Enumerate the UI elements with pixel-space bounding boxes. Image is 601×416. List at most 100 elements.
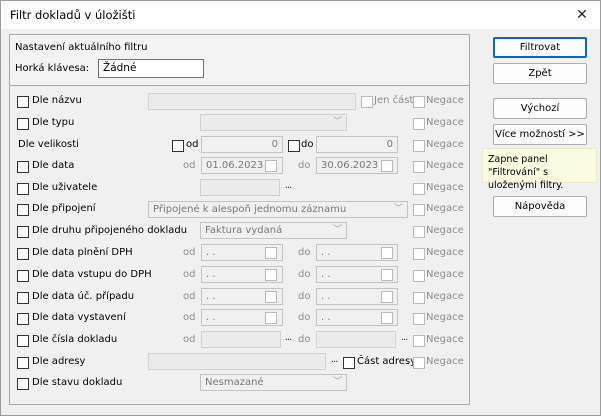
close-icon[interactable]: ✕: [572, 5, 592, 25]
checkbox-accounting-date-to[interactable]: [381, 291, 393, 303]
filter-panel: Nastavení aktuálního filtru Horká kláves…: [9, 34, 470, 405]
label-data-od: od: [183, 160, 196, 171]
label-dle-data: Dle data: [32, 160, 75, 171]
checkbox-velikost-od[interactable]: [172, 140, 184, 152]
checkbox-accounting-date-from[interactable]: [265, 291, 277, 303]
filter-button[interactable]: Filtrovat: [493, 37, 587, 58]
user-browse-button[interactable]: ...: [282, 181, 294, 194]
label-plneni-do: do: [298, 247, 311, 258]
number-from-input[interactable]: [201, 331, 281, 348]
checkbox-jen-cast[interactable]: [361, 96, 373, 108]
label-vstup-od: od: [183, 269, 196, 280]
checkbox-negace-pripojeni[interactable]: [413, 204, 425, 216]
checkbox-dle-druhu[interactable]: [17, 226, 29, 238]
checkbox-negace-cislo[interactable]: [413, 335, 425, 347]
address-input[interactable]: [148, 353, 326, 370]
document-kind-select[interactable]: Faktura vydaná ﹀: [200, 222, 347, 239]
checkbox-negace-vstup[interactable]: [413, 270, 425, 282]
checkbox-negace-druh[interactable]: [413, 226, 425, 238]
checkbox-dle-nazvu[interactable]: [17, 96, 29, 108]
connection-select-value: Připojené k alespoň jednomu záznamu: [153, 204, 347, 215]
label-negace-pripojeni: Negace: [426, 203, 464, 214]
label-dle-velikosti: Dle velikosti: [18, 139, 79, 150]
label-negace-nazev: Negace: [426, 95, 464, 106]
label-velikost-do: do: [301, 139, 314, 150]
name-input[interactable]: [148, 93, 356, 110]
document-kind-value: Faktura vydaná: [205, 225, 283, 236]
checkbox-dle-pripojeni[interactable]: [17, 204, 29, 216]
filter-dialog: Filtr dokladů v úložišti ✕ Nastavení akt…: [0, 0, 601, 416]
checkbox-dle-cisla[interactable]: [17, 335, 29, 347]
size-from-input[interactable]: 0: [201, 136, 283, 153]
checkbox-dle-vstupu-dph[interactable]: [17, 270, 29, 282]
status-select-value: Nesmazané: [205, 377, 264, 388]
title-bar: Filtr dokladů v úložišti ✕: [1, 1, 600, 29]
checkbox-vat-entry-to[interactable]: [381, 269, 393, 281]
checkbox-negace-data[interactable]: [413, 161, 425, 173]
label-dle-adresy: Dle adresy: [32, 356, 86, 367]
checkbox-vat-entry-from[interactable]: [265, 269, 277, 281]
label-negace-velikost: Negace: [426, 139, 464, 150]
label-dle-pripojeni: Dle připojení: [32, 203, 96, 214]
default-button[interactable]: Výchozí: [493, 98, 587, 119]
checkbox-negace-plneni[interactable]: [413, 248, 425, 260]
checkbox-negace-uc[interactable]: [413, 292, 425, 304]
more-options-button[interactable]: Více možností >>: [493, 124, 587, 145]
label-negace-adresa: Negace: [426, 356, 464, 367]
label-negace-typ: Negace: [426, 117, 464, 128]
checkbox-date-to[interactable]: [381, 160, 393, 172]
panel-heading: Nastavení aktuálního filtru: [15, 42, 148, 53]
label-negace-vstup: Negace: [426, 269, 464, 280]
checkbox-negace-vystaveni[interactable]: [413, 313, 425, 325]
checkbox-dle-uc-pripadu[interactable]: [17, 292, 29, 304]
checkbox-vat-date-to[interactable]: [381, 247, 393, 259]
label-negace-uc: Negace: [426, 291, 464, 302]
tooltip: Zapne panel "Filtrování" s uloženými fil…: [482, 148, 597, 191]
checkbox-negace-typ[interactable]: [413, 118, 425, 130]
checkbox-dle-adresy[interactable]: [17, 357, 29, 369]
chevron-down-icon: ﹀: [332, 225, 342, 235]
connection-select[interactable]: Připojené k alespoň jednomu záznamu ﹀: [148, 201, 408, 218]
checkbox-velikost-do[interactable]: [288, 140, 300, 152]
checkbox-dle-stavu[interactable]: [17, 378, 29, 390]
number-to-input[interactable]: [316, 331, 396, 348]
label-negace-druh: Negace: [426, 225, 464, 236]
checkbox-dle-data[interactable]: [17, 161, 29, 173]
label-dle-vystaveni: Dle data vystavení: [32, 312, 126, 323]
back-button[interactable]: Zpět: [493, 63, 587, 84]
type-select[interactable]: ﹀: [200, 114, 347, 131]
checkbox-date-from[interactable]: [265, 160, 277, 172]
checkbox-dle-typu[interactable]: [17, 118, 29, 130]
label-dle-nazvu: Dle názvu: [32, 95, 82, 106]
size-to-input[interactable]: 0: [316, 136, 398, 153]
checkbox-negace-uzivatel[interactable]: [413, 183, 425, 195]
label-dle-vstupu-dph: Dle data vstupu do DPH: [32, 269, 152, 280]
address-browse-button[interactable]: ...: [328, 355, 340, 368]
user-input[interactable]: [200, 179, 280, 196]
label-negace-data: Negace: [426, 160, 464, 171]
checkbox-vat-date-from[interactable]: [265, 247, 277, 259]
label-dle-stavu: Dle stavu dokladu: [32, 377, 123, 388]
number-to-browse-button[interactable]: ...: [398, 333, 410, 346]
help-button[interactable]: Nápověda: [493, 196, 587, 217]
label-negace-cislo: Negace: [426, 334, 464, 345]
checkbox-negace-velikost[interactable]: [413, 140, 425, 152]
number-from-browse-button[interactable]: ...: [282, 333, 294, 346]
checkbox-dle-plneni-dph[interactable]: [17, 248, 29, 260]
status-select[interactable]: Nesmazané ﹀: [200, 374, 347, 391]
label-dle-typu: Dle typu: [32, 117, 75, 128]
label-vystaveni-od: od: [183, 312, 196, 323]
checkbox-dle-uzivatele[interactable]: [17, 183, 29, 195]
checkbox-cast-adresy[interactable]: [343, 357, 355, 369]
checkbox-negace-nazev[interactable]: [413, 96, 425, 108]
checkbox-issue-date-to[interactable]: [381, 312, 393, 324]
chevron-down-icon: ﹀: [332, 117, 342, 127]
window-title: Filtr dokladů v úložišti: [10, 8, 136, 22]
label-uc-do: do: [298, 291, 311, 302]
checkbox-negace-adresa[interactable]: [413, 357, 425, 369]
label-dle-uzivatele: Dle uživatele: [32, 182, 98, 193]
checkbox-dle-vystaveni[interactable]: [17, 313, 29, 325]
label-dle-plneni-dph: Dle data plnění DPH: [32, 247, 133, 258]
hotkey-field[interactable]: Žádné: [98, 59, 204, 78]
checkbox-issue-date-from[interactable]: [265, 312, 277, 324]
